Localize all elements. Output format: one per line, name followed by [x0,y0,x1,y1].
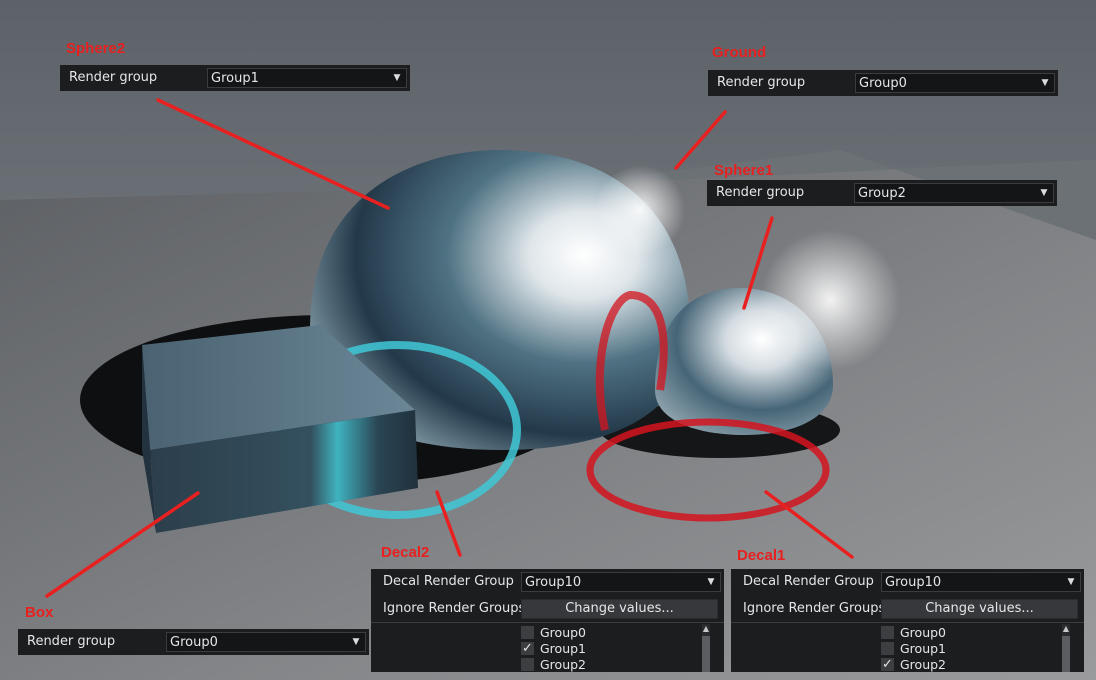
chevron-down-icon: ▼ [1041,78,1049,88]
divider [371,622,724,623]
decal2-panel: Decal Render Group Group10 ▼ Ignore Rend… [371,569,724,672]
decal-render-group-label: Decal Render Group [383,574,514,589]
ignore-groups-list[interactable]: Group0 ✓ Group1 Group2 ▲ [521,624,714,672]
list-item[interactable]: Group1 [881,640,1074,656]
decal-render-group-value: Group10 [525,574,582,590]
chevron-down-icon: ▼ [1067,577,1075,587]
sphere1-render-group-panel: Render group Group2 ▼ [707,180,1057,206]
render-group-select[interactable]: Group0 ▼ [166,632,366,652]
render-group-label: Render group [27,634,116,649]
decal-render-group-label: Decal Render Group [743,574,874,589]
chevron-down-icon: ▼ [707,577,715,587]
ignore-render-groups-label: Ignore Render Groups [743,601,886,616]
sphere2-callout: Sphere2 [66,40,126,57]
checkmark-icon: ✓ [522,640,533,656]
group-name: Group0 [900,624,947,640]
render-group-label: Render group [716,185,805,200]
group-name: Group1 [540,640,587,656]
scrollbar-thumb[interactable] [702,636,710,672]
group-name: Group0 [540,624,587,640]
scrollbar[interactable]: ▲ [702,624,710,672]
checkbox[interactable] [521,625,534,639]
ground-render-group-panel: Render group Group0 ▼ [708,70,1058,96]
render-group-label: Render group [69,70,158,85]
render-group-label: Render group [717,75,806,90]
change-values-button[interactable]: Change values... [881,599,1078,619]
group-name: Group1 [900,640,947,656]
chevron-down-icon: ▼ [352,637,360,647]
chevron-down-icon: ▼ [1040,188,1048,198]
decal-render-group-select[interactable]: Group10 ▼ [521,572,721,592]
divider [731,622,1084,623]
decal-render-group-value: Group10 [885,574,942,590]
render-group-select[interactable]: Group2 ▼ [854,183,1054,203]
checkmark-icon: ✓ [882,656,893,672]
ignore-groups-list[interactable]: Group0 Group1 ✓ Group2 ▲ [881,624,1074,672]
ignore-render-groups-label: Ignore Render Groups [383,601,526,616]
box-callout: Box [25,604,54,621]
scrollbar-thumb[interactable] [1062,636,1070,672]
group-name: Group2 [900,656,947,672]
render-group-value: Group0 [859,75,907,91]
render-group-select[interactable]: Group0 ▼ [855,73,1055,93]
checkbox[interactable] [521,657,534,671]
render-group-value: Group0 [170,634,218,650]
list-item[interactable]: Group2 [521,656,714,672]
decal1-panel: Decal Render Group Group10 ▼ Ignore Rend… [731,569,1084,672]
checkbox[interactable]: ✓ [881,656,894,672]
render-group-select[interactable]: Group1 ▼ [207,68,407,88]
list-item[interactable]: ✓ Group1 [521,640,714,656]
ground-callout: Ground [712,44,767,61]
render-group-value: Group1 [211,70,259,86]
render-group-value: Group2 [858,185,906,201]
chevron-down-icon: ▼ [393,73,401,83]
sphere1-callout: Sphere1 [714,162,774,179]
decal2-callout: Decal2 [381,544,430,561]
scrollbar[interactable]: ▲ [1062,624,1070,672]
scroll-up-arrow-icon[interactable]: ▲ [702,624,710,634]
group-name: Group2 [540,656,587,672]
checkbox[interactable] [881,625,894,639]
decal1-callout: Decal1 [737,547,786,564]
change-values-button[interactable]: Change values... [521,599,718,619]
list-item[interactable]: ✓ Group2 [881,656,1074,672]
box-render-group-panel: Render group Group0 ▼ [18,629,369,655]
scroll-up-arrow-icon[interactable]: ▲ [1062,624,1070,634]
list-item[interactable]: Group0 [521,624,714,640]
decal-render-group-select[interactable]: Group10 ▼ [881,572,1081,592]
sphere2-render-group-panel: Render group Group1 ▼ [60,65,410,91]
list-item[interactable]: Group0 [881,624,1074,640]
checkbox[interactable] [881,641,894,655]
checkbox[interactable]: ✓ [521,640,534,656]
